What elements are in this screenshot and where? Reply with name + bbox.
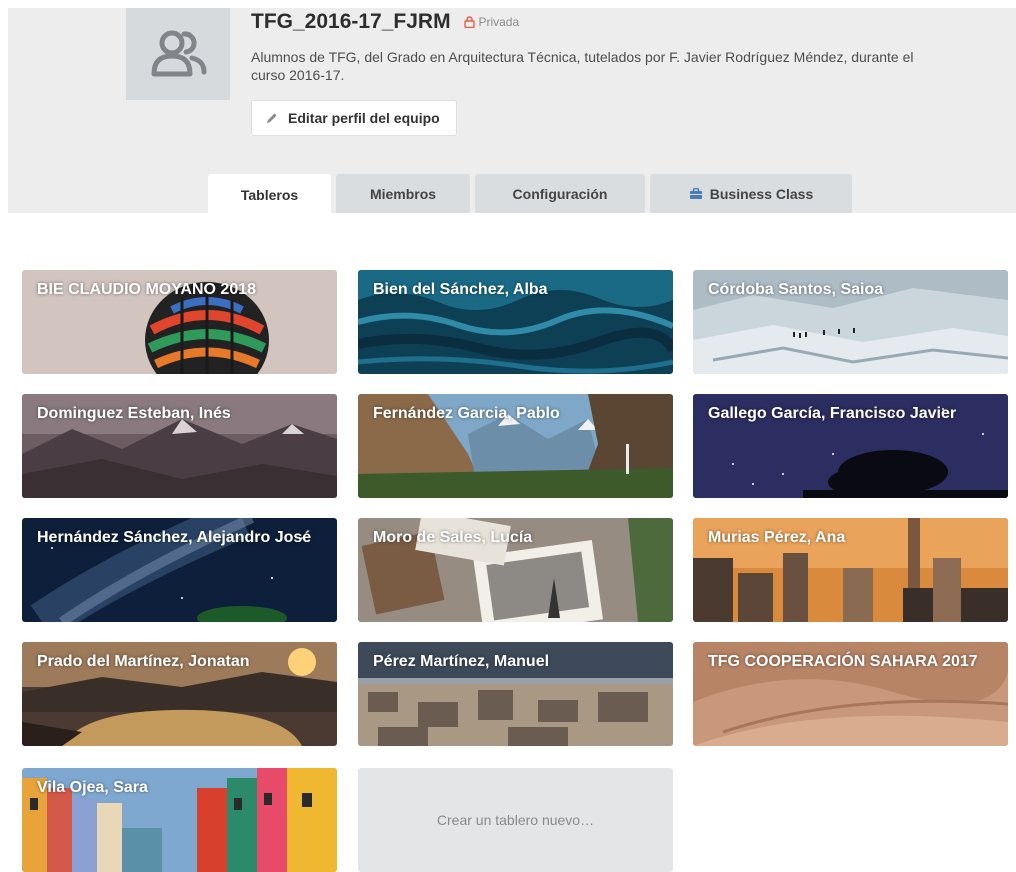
board-title: Córdoba Santos, Saioa	[708, 281, 884, 298]
edit-team-profile-label: Editar perfil del equipo	[288, 110, 440, 126]
briefcase-icon	[689, 187, 702, 199]
team-title: TFG_2016-17_FJRM Privada	[251, 10, 519, 34]
tab-label: Configuración	[512, 185, 608, 202]
tab-label: Miembros	[369, 185, 437, 202]
board-tile[interactable]: Pérez Martínez, Manuel	[358, 642, 673, 746]
board-title: Hernández Sánchez, Alejandro José	[37, 529, 312, 546]
board-title: Fernández Garcia, Pablo	[373, 405, 560, 422]
board-title: TFG COOPERACIÓN SAHARA 2017	[708, 653, 978, 670]
board-tile[interactable]: Córdoba Santos, Saioa	[693, 270, 1008, 374]
board-tile[interactable]: Hernández Sánchez, Alejandro José	[22, 518, 337, 622]
board-title: Bien del Sánchez, Alba	[373, 281, 548, 298]
board-title: Gallego García, Francisco Javier	[708, 405, 957, 422]
create-board-button[interactable]: Crear un tablero nuevo…	[358, 768, 673, 872]
board-title: Dominguez Esteban, Inés	[37, 405, 231, 422]
board-tile[interactable]: Prado del Martínez, Jonatan	[22, 642, 337, 746]
team-header: TFG_2016-17_FJRM Privada Alumnos de TFG,…	[8, 8, 1016, 215]
tab-business-class[interactable]: Business Class	[650, 174, 852, 213]
create-board-label: Crear un tablero nuevo…	[436, 812, 595, 828]
board-tile[interactable]: Fernández Garcia, Pablo	[358, 394, 673, 498]
board-tile[interactable]: Moro de Sales, Lucía	[358, 518, 673, 622]
lock-icon	[464, 16, 476, 29]
board-tile[interactable]: Dominguez Esteban, Inés	[22, 394, 337, 498]
team-avatar	[126, 8, 230, 100]
privacy-label: Privada	[478, 15, 520, 30]
edit-team-profile-button[interactable]: Editar perfil del equipo	[251, 100, 457, 136]
board-title: BIE CLAUDIO MOYANO 2018	[37, 281, 257, 298]
board-title: Vila Ojea, Sara	[37, 779, 148, 796]
privacy-badge[interactable]: Privada	[464, 15, 519, 29]
team-name: TFG_2016-17_FJRM	[251, 10, 451, 33]
board-title: Moro de Sales, Lucía	[373, 529, 533, 546]
board-title: Prado del Martínez, Jonatan	[37, 653, 250, 670]
board-tile[interactable]: BIE CLAUDIO MOYANO 2018	[22, 270, 337, 374]
board-title: Murias Pérez, Ana	[708, 529, 846, 546]
tab-label: Business Class	[709, 185, 814, 202]
board-tile[interactable]: Vila Ojea, Sara	[22, 768, 337, 872]
team-members-icon	[151, 30, 207, 77]
board-tile[interactable]: TFG COOPERACIÓN SAHARA 2017	[693, 642, 1008, 746]
board-tile[interactable]: Gallego García, Francisco Javier	[693, 394, 1008, 498]
board-tile[interactable]: Murias Pérez, Ana	[693, 518, 1008, 622]
team-description: Alumnos de TFG, del Grado en Arquitectur…	[251, 49, 914, 83]
tab-configuracion[interactable]: Configuración	[475, 174, 645, 213]
pencil-icon	[267, 113, 277, 123]
tab-label: Tableros	[240, 186, 299, 203]
board-title: Pérez Martínez, Manuel	[373, 653, 550, 670]
tab-tableros[interactable]: Tableros	[208, 174, 331, 215]
tab-miembros[interactable]: Miembros	[336, 174, 470, 213]
board-tile[interactable]: Bien del Sánchez, Alba	[358, 270, 673, 374]
